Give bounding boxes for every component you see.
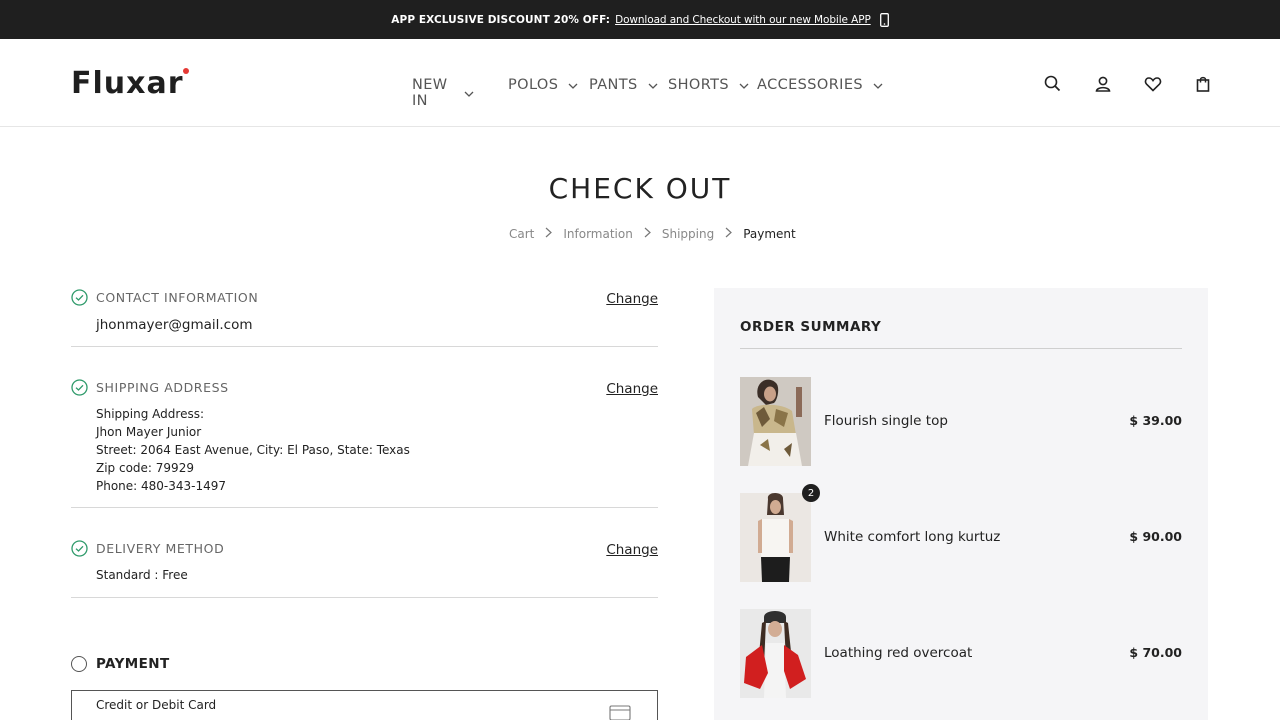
shipping-header: SHIPPING ADDRESS: [71, 379, 229, 396]
nav-item-pants[interactable]: PANTS: [589, 77, 658, 93]
breadcrumb-payment: Payment: [743, 227, 796, 241]
logo[interactable]: Fluxar: [71, 66, 184, 101]
check-circle-icon: [71, 540, 88, 557]
delivery-title: DELIVERY METHOD: [96, 541, 225, 556]
summary-title: ORDER SUMMARY: [740, 319, 882, 335]
shipping-section: SHIPPING ADDRESS Change Shipping Address…: [71, 379, 658, 508]
contact-email: jhonmayer@gmail.com: [96, 317, 253, 333]
check-circle-icon: [71, 379, 88, 396]
shipping-address: Shipping Address: Jhon Mayer Junior Stre…: [96, 405, 410, 495]
address-line: Phone: 480-343-1497: [96, 479, 227, 493]
site-header: Fluxar NEW IN POLOS PANTS SHORTS ACCESSO…: [0, 39, 1280, 127]
nav-label: ACCESSORIES: [757, 77, 864, 93]
chevron-right-icon: [545, 227, 553, 241]
announcement-bar: APP EXCLUSIVE DISCOUNT 20% OFF: Download…: [0, 0, 1280, 39]
card-option-label: Credit or Debit Card: [96, 698, 217, 712]
page-title: CHECK OUT: [548, 172, 732, 205]
nav-item-shorts[interactable]: SHORTS: [668, 77, 749, 93]
quantity-badge: 2: [802, 484, 820, 502]
smartphone-icon: [879, 12, 889, 27]
nav-label: PANTS: [589, 77, 638, 93]
breadcrumb-information[interactable]: Information: [563, 227, 632, 241]
item-name: Flourish single top: [824, 413, 948, 429]
chevron-down-icon: [464, 85, 474, 101]
contact-section: CONTACT INFORMATION Change jhonmayer@gma…: [71, 289, 658, 347]
item-name: White comfort long kurtuz: [824, 529, 1001, 545]
product-image: [740, 609, 811, 698]
delivery-method: Standard : Free: [96, 568, 188, 582]
address-line: Street: 2064 East Avenue, City: El Paso,…: [96, 443, 410, 457]
address-line: Zip code: 79929: [96, 461, 194, 475]
contact-title: CONTACT INFORMATION: [96, 290, 259, 305]
contact-header: CONTACT INFORMATION: [71, 289, 258, 306]
payment-radio[interactable]: [71, 656, 87, 672]
summary-item[interactable]: 2 White comfort long kurtuz $ 90.00: [740, 484, 1182, 583]
chevron-down-icon: [648, 77, 658, 93]
credit-card-icon: [609, 705, 631, 720]
nav-item-new-in[interactable]: NEW IN: [412, 77, 474, 109]
nav-label: POLOS: [508, 77, 559, 93]
payment-title: PAYMENT: [96, 656, 170, 672]
search-icon[interactable]: [1043, 74, 1063, 94]
item-price: $ 39.00: [1129, 413, 1182, 428]
chevron-down-icon: [873, 77, 883, 93]
item-price: $ 90.00: [1129, 529, 1182, 544]
delivery-header: DELIVERY METHOD: [71, 540, 224, 557]
chevron-down-icon: [739, 77, 749, 93]
change-delivery-link[interactable]: Change: [606, 542, 658, 558]
change-shipping-link[interactable]: Change: [606, 381, 658, 397]
address-line: Jhon Mayer Junior: [96, 425, 202, 439]
download-app-link[interactable]: Download and Checkout with our new Mobil…: [615, 14, 871, 26]
summary-item[interactable]: Flourish single top $ 39.00: [740, 377, 1182, 467]
logo-dot: [183, 68, 189, 74]
nav-label: SHORTS: [668, 77, 730, 93]
wishlist-icon[interactable]: [1143, 74, 1163, 94]
nav-item-accessories[interactable]: ACCESSORIES: [757, 77, 883, 93]
account-icon[interactable]: [1093, 74, 1113, 94]
order-summary: ORDER SUMMARY Flourish single top $ 39.0…: [714, 288, 1208, 720]
chevron-right-icon: [725, 227, 733, 241]
address-line: Shipping Address:: [96, 407, 204, 421]
nav-item-polos[interactable]: POLOS: [508, 77, 578, 93]
summary-divider: [740, 348, 1182, 349]
product-image: [740, 377, 811, 466]
item-price: $ 70.00: [1129, 645, 1182, 660]
breadcrumb-cart[interactable]: Cart: [509, 227, 534, 241]
breadcrumb-shipping[interactable]: Shipping: [662, 227, 714, 241]
delivery-section: DELIVERY METHOD Change Standard : Free: [71, 540, 658, 598]
product-image: [740, 493, 811, 582]
change-contact-link[interactable]: Change: [606, 291, 658, 307]
payment-header[interactable]: PAYMENT: [71, 656, 170, 672]
breadcrumb: Cart Information Shipping Payment: [509, 227, 796, 241]
item-name: Loathing red overcoat: [824, 645, 973, 661]
shopping-bag-icon[interactable]: [1193, 74, 1213, 94]
announcement-text: APP EXCLUSIVE DISCOUNT 20% OFF:: [391, 13, 611, 26]
check-circle-icon: [71, 289, 88, 306]
chevron-down-icon: [568, 77, 578, 93]
summary-item[interactable]: Loathing red overcoat $ 70.00: [740, 609, 1182, 699]
chevron-right-icon: [644, 227, 651, 241]
shipping-title: SHIPPING ADDRESS: [96, 380, 229, 395]
nav-label: NEW IN: [412, 77, 448, 109]
card-payment-option[interactable]: Credit or Debit Card: [71, 690, 658, 720]
